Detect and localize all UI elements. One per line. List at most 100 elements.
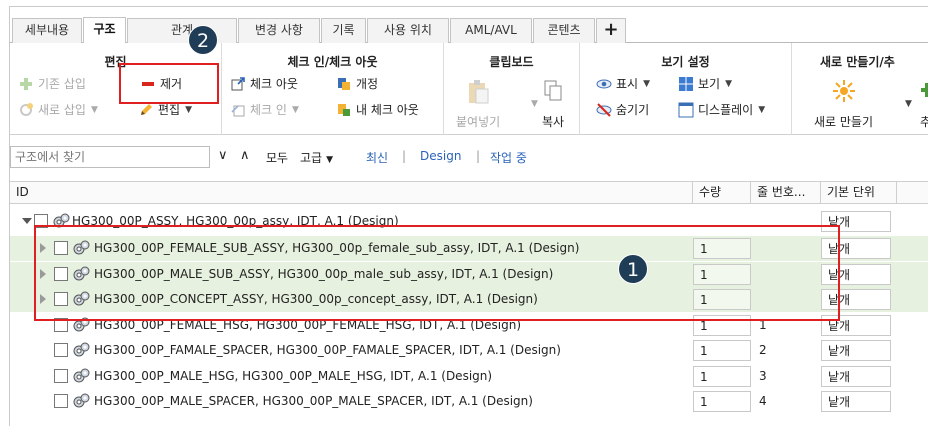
row-checkbox[interactable] xyxy=(54,266,68,281)
table-row[interactable]: HG300_00P_FAMALE_SPACER, HG300_00P_FAMAL… xyxy=(10,338,928,363)
unit-cell[interactable]: 낱개 xyxy=(821,314,891,336)
column-header-unit[interactable]: 기본 단위 xyxy=(821,182,897,204)
insert-existing-button[interactable]: 기존 삽입 xyxy=(18,75,86,92)
chevron-down-icon[interactable]: ∨ xyxy=(218,148,228,163)
collapse-arrow-icon[interactable] xyxy=(22,218,32,224)
row-checkbox[interactable] xyxy=(34,214,48,228)
display-button[interactable]: 디스플레이 ▼ xyxy=(678,101,765,118)
new-dropdown-button[interactable]: ▼ xyxy=(900,99,912,109)
remove-button[interactable]: 제거 xyxy=(140,75,182,92)
row-checkbox[interactable] xyxy=(54,343,68,357)
edit-button[interactable]: 편집 ▼ xyxy=(138,101,192,118)
latest-filter-link[interactable]: 최신 xyxy=(366,149,388,166)
unit-cell[interactable]: 낱개 xyxy=(821,365,891,387)
annotation-badge-1: 1 xyxy=(618,254,648,284)
unit-cell[interactable]: 낱개 xyxy=(821,211,891,232)
expand-arrow-icon[interactable] xyxy=(40,243,46,253)
column-header-qty[interactable]: 수량 xyxy=(693,182,751,204)
add-more-button[interactable]: 추 xyxy=(920,79,928,130)
add-tab-button[interactable]: + xyxy=(596,18,626,43)
unit-cell[interactable]: 낱개 xyxy=(821,391,891,412)
row-checkbox[interactable] xyxy=(54,394,68,408)
chevron-up-icon[interactable]: ∧ xyxy=(240,148,250,163)
line-number-cell[interactable]: 1 xyxy=(759,315,767,336)
plus-icon xyxy=(920,79,928,103)
advanced-button[interactable]: 고급 ▼ xyxy=(300,149,333,166)
unit-cell[interactable]: 낱개 xyxy=(821,238,891,259)
qty-cell[interactable]: 1 xyxy=(693,289,751,310)
ribbon-group-clipboard: 클립보드 붙여넣기 ▼ 복사 xyxy=(444,43,580,135)
column-header-id[interactable]: ID xyxy=(10,182,693,204)
copy-button[interactable]: 복사 xyxy=(542,79,564,130)
tab-where-used[interactable]: 사용 위치 xyxy=(367,18,449,43)
display-label: 디스플레이 xyxy=(698,103,754,117)
line-number-cell[interactable]: 2 xyxy=(759,340,767,361)
find-all-button[interactable]: 모두 xyxy=(266,149,288,166)
show-label: 표시 xyxy=(616,77,639,91)
structure-table: ID 수량 줄 번호... 기본 단위 HG300_00P_ASSY, HG30… xyxy=(10,181,928,427)
paste-icon xyxy=(466,79,490,105)
qty-cell[interactable]: 1 xyxy=(693,365,751,387)
revise-button[interactable]: 개정 xyxy=(336,75,378,92)
expand-arrow-icon[interactable] xyxy=(40,268,46,279)
tab-content[interactable]: 콘텐츠 xyxy=(533,18,595,43)
design-filter-link[interactable]: Design xyxy=(420,149,461,163)
my-checkouts-button[interactable]: 내 체크 아웃 xyxy=(336,101,419,118)
row-checkbox[interactable] xyxy=(54,292,68,306)
qty-cell[interactable]: 1 xyxy=(693,263,751,285)
table-row-root[interactable]: HG300_00P_ASSY, HG300_00p_assy, IDT, A.1… xyxy=(10,209,928,234)
tab-history[interactable]: 기록 xyxy=(321,18,366,43)
qty-cell[interactable]: 1 xyxy=(693,238,751,259)
tab-details[interactable]: 세부내용 xyxy=(12,18,82,43)
new-button[interactable]: 새로 만들기 xyxy=(814,79,873,130)
insert-new-button[interactable]: 새로 삽입 ▼ xyxy=(18,101,98,118)
table-row[interactable]: HG300_00P_MALE_SUB_ASSY, HG300_00p_male_… xyxy=(10,261,928,287)
pencil-icon xyxy=(138,102,154,118)
table-row[interactable]: HG300_00P_FEMALE_HSG, HG300_00P_FEMALE_H… xyxy=(10,313,928,338)
chevron-down-icon: ▼ xyxy=(758,104,766,115)
annotation-badge-2: 2 xyxy=(188,25,218,55)
minus-icon xyxy=(140,76,156,92)
qty-cell[interactable]: 1 xyxy=(693,391,751,412)
show-button[interactable]: 표시 ▼ xyxy=(596,75,650,92)
row-checkbox[interactable] xyxy=(54,368,68,383)
checkout-button[interactable]: 체크 아웃 xyxy=(230,75,298,92)
insert-new-label: 새로 삽입 xyxy=(38,103,86,117)
tab-aml-avl[interactable]: AML/AVL xyxy=(450,18,532,43)
table-row[interactable]: HG300_00P_FEMALE_SUB_ASSY, HG300_00p_fem… xyxy=(10,236,928,261)
unit-cell[interactable]: 낱개 xyxy=(821,289,891,310)
working-filter-link[interactable]: 작업 중 xyxy=(490,149,527,166)
tab-structure[interactable]: 구조 xyxy=(83,17,126,43)
search-input[interactable] xyxy=(10,146,210,168)
paste-dropdown-button[interactable]: ▼ xyxy=(526,99,538,109)
ribbon-group-view: 보기 설정 표시 ▼ 보기 ▼ 숨기기 디스플레이 ▼ xyxy=(580,43,792,135)
table-row[interactable]: HG300_00P_CONCEPT_ASSY, HG300_00p_concep… xyxy=(10,287,928,312)
line-number-cell[interactable]: 3 xyxy=(759,366,767,387)
display-icon xyxy=(678,102,694,118)
checkout-label: 체크 아웃 xyxy=(250,77,298,91)
insert-existing-label: 기존 삽입 xyxy=(38,77,86,91)
part-gear-icon xyxy=(72,393,90,409)
group-title-view: 보기 설정 xyxy=(661,55,710,69)
chevron-down-icon: ▼ xyxy=(326,155,334,165)
qty-cell[interactable]: 1 xyxy=(693,314,751,336)
views-button[interactable]: 보기 ▼ xyxy=(678,75,732,92)
qty-cell[interactable]: 1 xyxy=(693,340,751,361)
expand-arrow-icon[interactable] xyxy=(40,294,46,304)
unit-cell[interactable]: 낱개 xyxy=(821,340,891,361)
paste-button[interactable]: 붙여넣기 xyxy=(456,79,500,130)
tab-relations[interactable]: 관계 xyxy=(127,18,237,43)
line-number-cell[interactable]: 4 xyxy=(759,391,767,412)
hide-button[interactable]: 숨기기 xyxy=(596,101,649,118)
column-header-line[interactable]: 줄 번호... xyxy=(751,182,821,204)
tab-changes[interactable]: 변경 사항 xyxy=(238,18,320,43)
checkin-button[interactable]: 체크 인 ▼ xyxy=(230,101,299,118)
table-row[interactable]: HG300_00P_MALE_SPACER, HG300_00P_MALE_SP… xyxy=(10,389,928,414)
unit-cell[interactable]: 낱개 xyxy=(821,263,891,285)
chevron-down-icon: ▼ xyxy=(725,78,733,89)
row-checkbox[interactable] xyxy=(54,241,68,255)
chevron-down-icon: ▼ xyxy=(905,99,912,109)
row-checkbox[interactable] xyxy=(54,317,68,332)
my-checkouts-label: 내 체크 아웃 xyxy=(356,103,419,117)
table-row[interactable]: HG300_00P_MALE_HSG, HG300_00P_MALE_HSG, … xyxy=(10,364,928,389)
